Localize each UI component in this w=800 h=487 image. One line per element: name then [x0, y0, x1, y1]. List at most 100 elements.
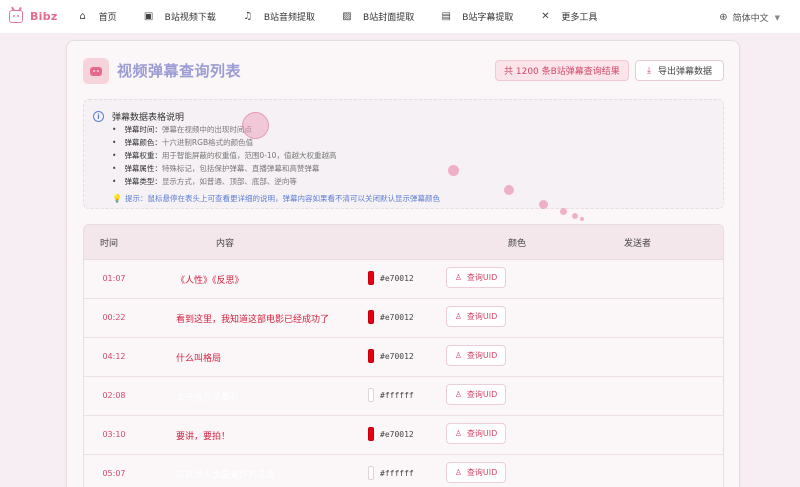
header-time[interactable]: 时间: [100, 236, 118, 249]
nav-item-audio-extract[interactable]: ♫ B站音频提取: [242, 10, 315, 23]
top-nav: Bibz ⌂ 首页 ▣ B站视频下载 ♫ B站音频提取 ▨ B站封面提取 ▤ B…: [0, 0, 800, 34]
video-icon: ▣: [143, 11, 154, 22]
danmaku-card: 视频弹幕查询列表 共 1200 条B站弹幕查询结果 ⤓ 导出弹幕数据 i 弹幕数…: [66, 40, 740, 487]
color-swatch: [368, 310, 374, 324]
cell-color-hex: #ffffff: [380, 469, 414, 478]
info-item: 弹幕属性：特殊标记，包括保护弹幕、直播弹幕和高赞弹幕: [112, 162, 336, 175]
nav-item-subtitle-extract[interactable]: ▤ B站字幕提取: [440, 10, 513, 23]
nav-item-label: 更多工具: [561, 13, 598, 23]
query-uid-button[interactable]: ♙ 查询UID: [446, 462, 506, 483]
cell-content: 这就是人类最美好的品质: [176, 471, 276, 481]
color-swatch: [368, 466, 374, 480]
query-uid-button[interactable]: ♙ 查询UID: [446, 306, 506, 327]
table-row: 04:12 什么叫格局 #e70012 ♙ 查询UID: [84, 338, 723, 377]
color-swatch: [368, 271, 374, 285]
tip: 💡 提示：鼠标悬停在表头上可查看更详细的说明，弹幕内容如果看不清可以关闭默认显示…: [112, 193, 440, 204]
info-item: 弹幕类型：显示方式，如普通、顶部、底部、逆向等: [112, 175, 336, 188]
export-button-label: 导出弹幕数据: [657, 67, 712, 77]
info-item: 弹幕权重：用于智能屏蔽的权重值，范围0-10，值越大权重越高: [112, 149, 336, 162]
cell-color-hex: #e70012: [380, 430, 414, 439]
cell-time: 01:07: [102, 274, 126, 283]
color-swatch: [368, 427, 374, 441]
table-row: 03:10 要讲，要拍！ #e70012 ♙ 查询UID: [84, 416, 723, 455]
cell-time: 02:08: [102, 391, 126, 400]
cell-time: 05:07: [102, 469, 126, 478]
tv-logo-icon: [9, 10, 23, 23]
cell-color-hex: #ffffff: [380, 391, 414, 400]
cursor-highlight: [242, 112, 269, 139]
globe-icon: ⊕: [719, 12, 728, 23]
nav-item-label: B站封面提取: [363, 13, 415, 23]
trail-dot: [539, 200, 548, 209]
header-content[interactable]: 内容: [216, 236, 234, 249]
user-icon: ♙: [454, 429, 462, 438]
trail-dot: [448, 165, 459, 176]
nav-menu: ⌂ 首页 ▣ B站视频下载 ♫ B站音频提取 ▨ B站封面提取 ▤ B站字幕提取…: [77, 10, 624, 23]
cell-color-hex: #e70012: [380, 313, 414, 322]
logo[interactable]: Bibz: [9, 10, 58, 23]
cell-content: 《人性》《反思》: [176, 276, 244, 286]
cell-color-hex: #e70012: [380, 274, 414, 283]
table-row: 01:07 《人性》《反思》 #e70012 ♙ 查询UID: [84, 260, 723, 299]
app-name: Bibz: [30, 10, 58, 23]
trail-dot: [504, 185, 514, 195]
language-selector[interactable]: ⊕ 简体中文 ▼: [719, 11, 780, 24]
tip-text: 提示：鼠标悬停在表头上可查看更详细的说明，弹幕内容如果看不清可以关闭默认显示弹幕…: [124, 194, 440, 203]
user-icon: ♙: [454, 468, 462, 477]
query-uid-button[interactable]: ♙ 查询UID: [446, 384, 506, 405]
color-swatch: [368, 388, 374, 402]
cell-time: 03:10: [102, 430, 126, 439]
trail-dot: [560, 208, 567, 215]
header-color[interactable]: 颜色: [508, 236, 526, 249]
result-count-badge: 共 1200 条B站弹幕查询结果: [495, 60, 629, 81]
trail-dot: [580, 217, 584, 221]
table-row: 05:07 这就是人类最美好的品质 #ffffff ♙ 查询UID: [84, 455, 723, 487]
download-icon: ⤓: [647, 65, 651, 76]
danmaku-header-icon: [83, 58, 109, 84]
query-uid-button[interactable]: ♙ 查询UID: [446, 423, 506, 444]
query-uid-button[interactable]: ♙ 查询UID: [446, 345, 506, 366]
lightbulb-icon: 💡: [112, 194, 122, 203]
cell-time: 04:12: [102, 352, 126, 361]
cell-content: 太子当然早都有: [176, 393, 240, 403]
nav-item-home[interactable]: ⌂ 首页: [77, 10, 117, 23]
user-icon: ♙: [454, 273, 462, 282]
nav-item-label: B站视频下载: [164, 13, 216, 23]
color-swatch: [368, 349, 374, 363]
danmaku-table: 时间 内容 颜色 发送者 01:07 《人性》《反思》 #e70012 ♙ 查询U…: [83, 224, 724, 487]
music-icon: ♫: [243, 11, 253, 22]
export-button[interactable]: ⤓ 导出弹幕数据: [635, 60, 724, 81]
info-item: 弹幕时间：弹幕在视频中的出现时间点: [112, 123, 336, 136]
document-icon: ▤: [441, 11, 451, 22]
user-icon: ♙: [454, 351, 462, 360]
table-row: 00:22 看到这里，我知道这部电影已经成功了 #e70012 ♙ 查询UID: [84, 299, 723, 338]
cell-content: 要讲，要拍！: [176, 432, 231, 442]
table-header: 时间 内容 颜色 发送者: [84, 225, 723, 260]
nav-item-video-download[interactable]: ▣ B站视频下载: [143, 10, 216, 23]
nav-item-label: 首页: [98, 13, 117, 23]
header-sender[interactable]: 发送者: [624, 236, 651, 249]
image-icon: ▨: [342, 11, 352, 22]
info-item: 弹幕颜色：十六进制RGB格式的颜色值: [112, 136, 336, 149]
page-title: 视频弹幕查询列表: [117, 62, 242, 80]
info-title: 弹幕数据表格说明: [112, 113, 185, 123]
nav-item-more-tools[interactable]: ✕ 更多工具: [539, 10, 597, 23]
table-row: 02:08 太子当然早都有 #ffffff ♙ 查询UID: [84, 377, 723, 416]
cell-time: 00:22: [102, 313, 126, 322]
cell-color-hex: #e70012: [380, 352, 414, 361]
nav-item-label: B站字幕提取: [462, 13, 514, 23]
tools-icon: ✕: [541, 11, 550, 22]
query-uid-button[interactable]: ♙ 查询UID: [446, 267, 506, 288]
info-panel: i 弹幕数据表格说明 弹幕时间：弹幕在视频中的出现时间点 弹幕颜色：十六进制RG…: [83, 99, 724, 209]
home-icon: ⌂: [79, 11, 86, 22]
nav-item-cover-extract[interactable]: ▨ B站封面提取: [341, 10, 414, 23]
language-label: 简体中文: [732, 14, 769, 24]
info-list: 弹幕时间：弹幕在视频中的出现时间点 弹幕颜色：十六进制RGB格式的颜色值 弹幕权…: [112, 123, 336, 188]
user-icon: ♙: [454, 312, 462, 321]
info-icon: i: [93, 111, 104, 122]
chevron-down-icon: ▼: [774, 13, 780, 22]
cell-content: 什么叫格局: [176, 354, 222, 364]
nav-item-label: B站音频提取: [263, 13, 316, 23]
user-icon: ♙: [454, 390, 462, 399]
trail-dot: [572, 213, 578, 219]
